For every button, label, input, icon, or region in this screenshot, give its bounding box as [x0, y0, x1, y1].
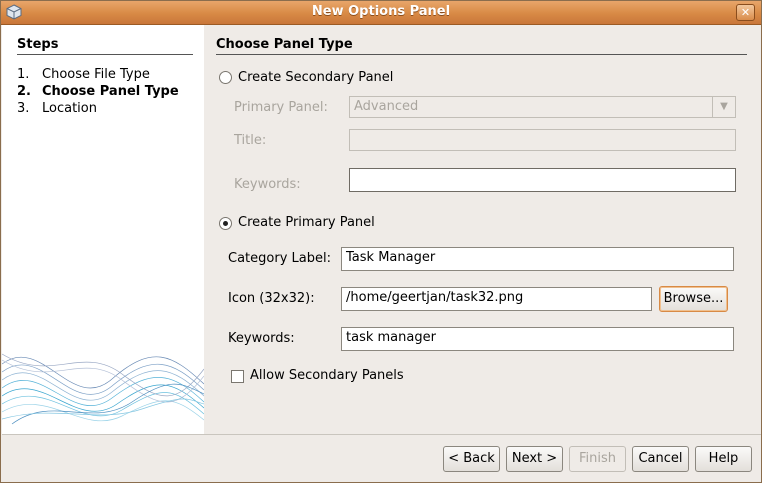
secondary-keywords-label: Keywords: [234, 177, 301, 192]
title-field[interactable] [349, 129, 736, 151]
panel-type-form: Choose Panel Type Create Secondary Panel… [204, 25, 761, 434]
browse-button[interactable]: Browse... [659, 286, 728, 312]
step-item: 1. Choose File Type [17, 67, 150, 82]
help-button[interactable]: Help [695, 446, 752, 472]
secondary-keywords-field[interactable] [349, 168, 736, 192]
section-divider [216, 54, 747, 55]
section-heading: Choose Panel Type [216, 37, 353, 52]
icon-label: Icon (32x32): [228, 291, 315, 306]
allow-secondary-panels-checkbox[interactable] [231, 370, 244, 383]
title-label: Title: [234, 133, 267, 148]
primary-keywords-label: Keywords: [228, 331, 295, 346]
finish-button[interactable]: Finish [569, 446, 626, 472]
primary-panel-radio[interactable] [219, 217, 232, 230]
cancel-button[interactable]: Cancel [632, 446, 689, 472]
step-label: Choose File Type [42, 67, 150, 82]
back-button[interactable]: < Back [443, 446, 500, 472]
allow-secondary-panels-label[interactable]: Allow Secondary Panels [250, 368, 404, 383]
close-icon[interactable]: ✕ [736, 4, 755, 21]
step-item: 3. Location [17, 101, 97, 116]
new-options-panel-dialog: New Options Panel ✕ Steps 1. Choose File … [0, 0, 762, 483]
primary-panel-selected-value: Advanced [354, 99, 419, 114]
category-label-field[interactable]: Task Manager [341, 247, 734, 271]
footer-divider [2, 434, 761, 435]
primary-panel-radio-label[interactable]: Create Primary Panel [238, 215, 375, 230]
step-label: Location [42, 101, 97, 116]
title-bar[interactable]: New Options Panel ✕ [1, 1, 761, 25]
steps-list: 1. Choose File Type 2. Choose Panel Type 3… [17, 66, 179, 117]
steps-divider [17, 54, 193, 55]
steps-panel: Steps 1. Choose File Type 2. Choose Panel … [2, 25, 204, 434]
secondary-panel-radio[interactable] [219, 71, 232, 84]
primary-keywords-field[interactable]: task manager [341, 327, 734, 351]
window-title: New Options Panel [311, 4, 451, 19]
chevron-down-icon[interactable]: ▼ [712, 97, 735, 117]
icon-path-field[interactable]: /home/geertjan/task32.png [341, 287, 652, 311]
step-label: Choose Panel Type [42, 84, 179, 99]
step-item-current: 2. Choose Panel Type [17, 84, 179, 99]
category-label-label: Category Label: [228, 251, 331, 266]
primary-panel-combobox[interactable]: Advanced ▼ [349, 96, 736, 118]
next-button[interactable]: Next > [506, 446, 563, 472]
steps-heading: Steps [17, 37, 59, 52]
secondary-panel-radio-label[interactable]: Create Secondary Panel [238, 70, 393, 85]
decorative-wave-graphic [2, 353, 204, 425]
primary-panel-label: Primary Panel: [234, 100, 328, 115]
